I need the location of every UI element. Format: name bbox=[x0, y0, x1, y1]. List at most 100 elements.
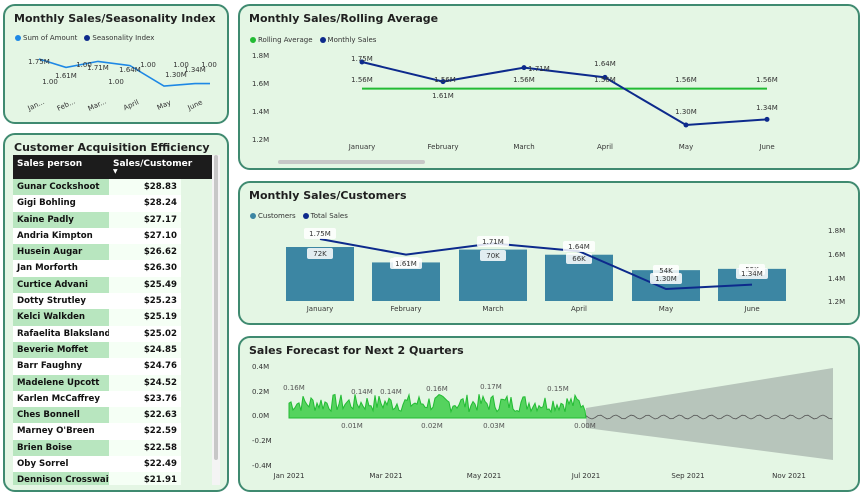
table-row[interactable]: Gigi Bohling $28.24 bbox=[13, 195, 217, 212]
seasonality-chart: 1.75M1.61M1.71M 1.64M1.30M1.34M1.001.001.… bbox=[26, 58, 217, 113]
sales-per-customer-cell: $24.52 bbox=[109, 374, 181, 391]
x-tick-label: June bbox=[743, 305, 759, 313]
salesperson-cell: Dotty Strutley bbox=[13, 293, 109, 310]
x-tick-label: April bbox=[597, 143, 613, 151]
x-tick-label: February bbox=[427, 143, 458, 151]
salesperson-cell: Kaine Padly bbox=[13, 211, 109, 228]
table-row[interactable]: Beverie Moffet $24.85 bbox=[13, 341, 217, 359]
rolling-data-label: 1.56M bbox=[351, 76, 373, 84]
monthly-sales-point bbox=[521, 65, 527, 71]
table-row[interactable]: Kelci Walkden $25.19 bbox=[13, 309, 217, 326]
rolling-data-label: 1.56M bbox=[675, 76, 697, 84]
y-tick-label: 1.8M bbox=[828, 227, 845, 235]
table-row[interactable]: Marney O'Breen $22.59 bbox=[13, 423, 217, 440]
col-sales-per-customer[interactable]: Sales/Customer ▼ bbox=[109, 155, 192, 179]
sales-per-customer-cell: $25.19 bbox=[109, 309, 181, 326]
month-tick-label: Jan... bbox=[26, 98, 46, 113]
sales-per-customer-cell: $23.76 bbox=[109, 390, 181, 408]
acquisition-table: Sales person Sales/Customer ▼ Gunar Cocks… bbox=[13, 155, 217, 485]
forecast-panel: Sales Forecast for Next 2 Quarters 0.4M 0… bbox=[238, 336, 860, 492]
index-data-label: 1.00 bbox=[140, 61, 156, 69]
sales-per-customer-cell: $26.30 bbox=[109, 260, 181, 277]
col-salesperson[interactable]: Sales person bbox=[13, 155, 109, 179]
table-row[interactable]: Gunar Cockshoot $28.83 bbox=[13, 179, 217, 196]
customers-data-label: 66K bbox=[572, 255, 586, 263]
table-row[interactable]: Andria Kimpton $27.10 bbox=[13, 227, 217, 245]
table-row[interactable]: Dotty Strutley $25.23 bbox=[13, 293, 217, 310]
forecast-confidence-band bbox=[586, 368, 833, 460]
sum-data-label: 1.64M bbox=[119, 66, 141, 74]
y-tick-label: 0.2M bbox=[252, 388, 269, 396]
table-row[interactable]: Madelene Upcott $24.52 bbox=[13, 374, 217, 391]
sales-per-customer-cell: $27.10 bbox=[109, 227, 181, 245]
rolling-data-label: 1.56M bbox=[756, 76, 778, 84]
salesperson-cell: Beverie Moffet bbox=[13, 341, 109, 359]
month-tick-label: May bbox=[156, 99, 173, 112]
total-sales-data-label: 1.34M bbox=[741, 270, 763, 278]
sales-per-customer-cell: $25.02 bbox=[109, 325, 181, 342]
sales-per-customer-cell: $22.63 bbox=[109, 407, 181, 424]
monthly-sales-line bbox=[361, 61, 768, 127]
table-row[interactable]: Ches Bonnell $22.63 bbox=[13, 407, 217, 424]
peak-data-label: 0.16M bbox=[283, 384, 305, 392]
salesperson-cell: Curtice Advani bbox=[13, 276, 109, 294]
sales-per-customer-cell: $22.59 bbox=[109, 423, 181, 440]
x-tick-label: March bbox=[513, 143, 534, 151]
table-row[interactable]: Brien Boise $22.58 bbox=[13, 439, 217, 457]
rolling-panel: Monthly Sales/Rolling Average Rolling Av… bbox=[238, 4, 860, 170]
sales-per-customer-cell: $24.85 bbox=[109, 341, 181, 359]
sales-per-customer-cell: $27.17 bbox=[109, 211, 181, 228]
peak-data-label: 0.14M bbox=[380, 388, 402, 396]
rolling-data-label: 1.56M bbox=[434, 76, 456, 84]
y-tick-label: 1.8M bbox=[252, 52, 269, 60]
table-row[interactable]: Dennison Crosswaite $21.91 bbox=[13, 472, 217, 485]
table-row[interactable]: Curtice Advani $25.49 bbox=[13, 276, 217, 294]
x-tick-label: May 2021 bbox=[467, 472, 502, 480]
table-row[interactable]: Oby Sorrel $22.49 bbox=[13, 456, 217, 473]
table-row[interactable]: Husein Augar $26.62 bbox=[13, 244, 217, 261]
monthly-sales-point bbox=[683, 122, 689, 128]
table-body: Gunar Cockshoot $28.83 Gigi Bohling $28.24 K… bbox=[13, 179, 217, 485]
table-row[interactable]: Rafaelita Blaksland $25.02 bbox=[13, 325, 217, 342]
x-tick-label: Jan 2021 bbox=[273, 472, 305, 480]
sum-data-label: 1.61M bbox=[55, 72, 77, 80]
y-tick-label: 1.4M bbox=[828, 275, 845, 283]
salesperson-cell: Marney O'Breen bbox=[13, 423, 109, 440]
table-row[interactable]: Karlen McCaffrey $23.76 bbox=[13, 390, 217, 408]
month-tick-label: April bbox=[122, 98, 140, 112]
y-tick-label: 1.6M bbox=[828, 251, 845, 259]
x-tick-label: May bbox=[659, 305, 673, 313]
y-tick-label: 0.0M bbox=[252, 412, 269, 420]
trough-data-label: 0.02M bbox=[421, 422, 443, 430]
y-tick-label: 1.2M bbox=[252, 136, 269, 144]
rolling-hscrollbar[interactable] bbox=[278, 160, 425, 164]
salesperson-cell: Brien Boise bbox=[13, 439, 109, 457]
monthly-data-label: 1.71M bbox=[528, 65, 550, 73]
monthly-data-label: 1.75M bbox=[351, 55, 373, 63]
acquisition-title: Customer Acquisition Efficiency bbox=[14, 141, 210, 154]
sales-per-customer-cell: $25.49 bbox=[109, 276, 181, 294]
table-scrollbar[interactable] bbox=[214, 155, 218, 460]
y-tick-label: -0.4M bbox=[252, 462, 272, 470]
sum-data-label: 1.75M bbox=[28, 58, 50, 66]
table-header: Sales person Sales/Customer ▼ bbox=[13, 155, 217, 179]
x-tick-label: January bbox=[348, 143, 376, 151]
salesperson-cell: Madelene Upcott bbox=[13, 374, 109, 391]
table-row[interactable]: Kaine Padly $27.17 bbox=[13, 211, 217, 228]
index-data-label: 1.00 bbox=[173, 61, 189, 69]
table-row[interactable]: Barr Faughny $24.76 bbox=[13, 358, 217, 375]
y-tick-label: -0.2M bbox=[252, 437, 272, 445]
salesperson-cell: Andria Kimpton bbox=[13, 227, 109, 245]
sales-per-customer-cell: $25.23 bbox=[109, 293, 181, 310]
trough-data-label: 0.00M bbox=[574, 422, 596, 430]
month-tick-label: June bbox=[186, 98, 204, 112]
customers-data-label: 70K bbox=[486, 252, 500, 260]
y-tick-label: 1.6M bbox=[252, 80, 269, 88]
monthly-data-label: 1.30M bbox=[675, 108, 697, 116]
sales-per-customer-cell: $24.76 bbox=[109, 358, 181, 375]
table-row[interactable]: Jan Morforth $26.30 bbox=[13, 260, 217, 277]
salesperson-cell: Karlen McCaffrey bbox=[13, 390, 109, 408]
sales-per-customer-cell: $21.91 bbox=[109, 472, 181, 485]
x-tick-label: June bbox=[758, 143, 774, 151]
salesperson-cell: Oby Sorrel bbox=[13, 456, 109, 473]
